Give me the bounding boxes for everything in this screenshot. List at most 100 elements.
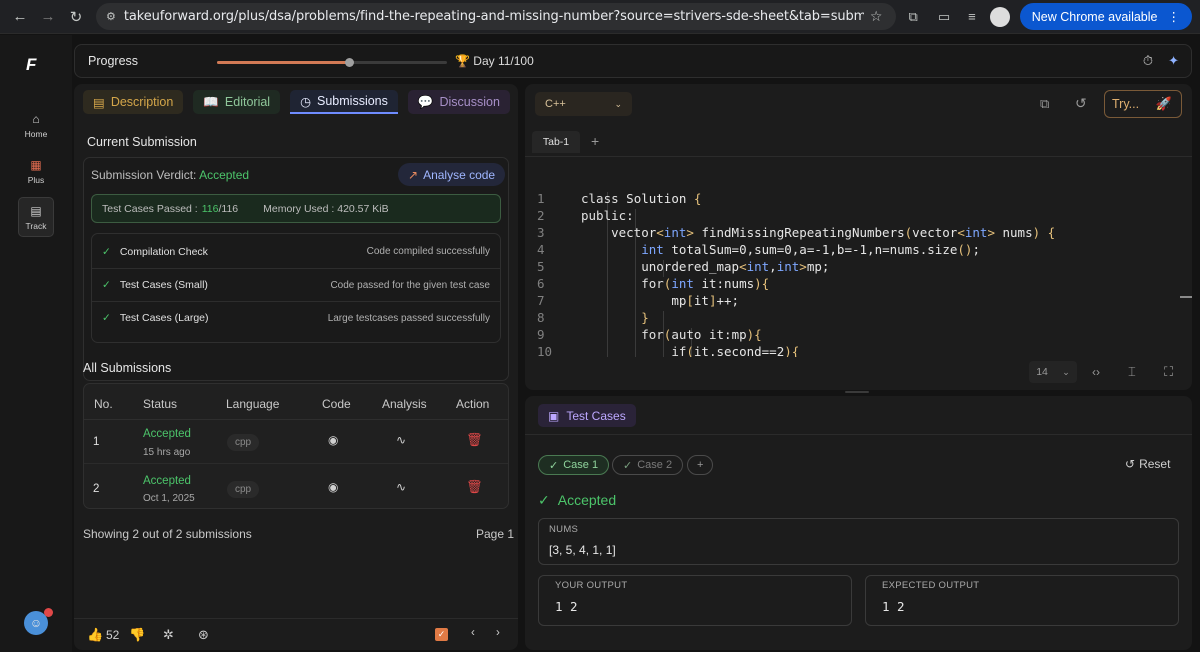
code-line[interactable]: 7 mp[it]++; (531, 293, 739, 310)
panel-resize-handle[interactable] (845, 391, 869, 393)
code-line[interactable]: 10 if(it.second==2){ (531, 344, 799, 357)
new-chrome-button[interactable]: New Chrome available ⋮ (1019, 3, 1192, 30)
code-token: } (641, 310, 649, 325)
view-code-eye-icon[interactable]: ◉ (328, 480, 338, 494)
tab-editorial[interactable]: 📖 Editorial (193, 90, 281, 114)
dislike-thumbs-down-icon[interactable]: 👎 (129, 627, 145, 643)
check-detail: Code compiled successfully (366, 246, 490, 257)
site-info-icon[interactable]: ⚙ (106, 10, 116, 23)
reset-button[interactable]: ↺ Reset (1125, 457, 1170, 471)
code-line[interactable]: 8 } (531, 310, 649, 327)
expected-output-value: 1 2 (882, 599, 905, 614)
line-number: 5 (537, 259, 545, 274)
progress-label: Progress (88, 54, 139, 68)
language-select[interactable]: C++ ⌄ (535, 92, 632, 116)
row-time: 15 hrs ago (143, 447, 191, 458)
code-token: int (964, 225, 988, 240)
font-size-select[interactable]: 14 ⌄ (1029, 361, 1077, 383)
code-editor[interactable]: 1 class Solution {2 public: 3 vector<int> f… (525, 157, 1192, 357)
bug-report-icon[interactable]: ✲ (163, 627, 174, 643)
code-token: ; (821, 259, 830, 274)
code-line[interactable]: 6 for(int it:nums){ (531, 276, 769, 293)
add-tab-plus-icon[interactable]: + (591, 133, 599, 149)
url-text[interactable]: takeuforward.org/plus/dsa/problems/find-… (124, 9, 864, 24)
progress-knob[interactable] (345, 58, 354, 67)
editor-tab-1[interactable]: Tab-1 (532, 131, 580, 153)
testcases-header-tab[interactable]: ▣ Test Cases (538, 404, 636, 427)
delete-trash-icon[interactable]: 🗑 (466, 479, 483, 495)
case-2-button[interactable]: ✓ Case 2 (612, 455, 684, 475)
bookmark-star-icon[interactable]: ☆ (870, 8, 883, 25)
code-line[interactable]: 3 vector<int> findMissingRepeatingNumber… (531, 225, 1055, 242)
sidebar-item-track[interactable]: ▤ Track (18, 197, 54, 237)
new-chrome-label: New Chrome available (1031, 9, 1158, 24)
prev-chevron-icon[interactable]: ‹ (471, 627, 475, 639)
code-token: int (671, 276, 694, 291)
code-brackets-icon[interactable]: ‹› (1092, 365, 1100, 379)
all-submissions-title: All Submissions (83, 361, 172, 375)
code-token: { (791, 344, 800, 357)
extensions-icon[interactable]: ⧉ (909, 9, 918, 25)
cast-icon[interactable]: ▭ (938, 9, 950, 25)
code-text: } (581, 310, 649, 327)
try-run-button[interactable]: Try... 🚀 (1104, 90, 1182, 118)
ai-sparkle-icon[interactable]: ✦ (1168, 53, 1179, 69)
code-token: Solution (626, 191, 687, 206)
analysis-pulse-icon[interactable]: ∿ (396, 433, 406, 447)
timer-icon[interactable]: ⏱ (1143, 53, 1153, 69)
forward-icon[interactable]: → (34, 3, 62, 31)
sidebar-item-home[interactable]: ⌂ Home (18, 105, 54, 145)
tab-description[interactable]: ▤ Description (83, 90, 184, 114)
code-text: for(int it:nums){ (581, 276, 769, 293)
code-line[interactable]: 5 unordered_map<int,int>mp; (531, 259, 829, 276)
testcase-list-icon: ▣ (548, 408, 560, 423)
more-vert-icon: ⋮ (1167, 10, 1181, 24)
testcases-divider (525, 434, 1192, 435)
nums-input-box[interactable] (538, 518, 1179, 565)
reset-code-icon[interactable]: ↺ (1075, 95, 1087, 112)
tab-discussion[interactable]: 💬 Discussion (407, 90, 510, 114)
address-bar[interactable]: ⚙ takeuforward.org/plus/dsa/problems/fin… (96, 3, 896, 30)
code-line[interactable]: 4 int totalSum=0,sum=0,a=-1,b=-1,n=nums.… (531, 242, 980, 259)
day-label: Day 11/100 (473, 54, 534, 68)
format-paint-icon[interactable]: ⌶ (1128, 364, 1136, 380)
profile-avatar[interactable] (989, 6, 1010, 27)
reload-icon[interactable]: ↻ (62, 3, 90, 31)
tab-label: Tab-1 (542, 136, 570, 148)
code-token: < (957, 225, 965, 240)
row-language: cpp (227, 481, 260, 498)
fullscreen-icon[interactable]: ⛶ (1164, 364, 1173, 380)
browser-toolbar: ← → ↻ ⚙ takeuforward.org/plus/dsa/proble… (0, 0, 1200, 34)
next-chevron-icon[interactable]: › (496, 627, 500, 639)
media-icon[interactable]: ≡ (968, 9, 976, 24)
analysis-pulse-icon[interactable]: ∿ (396, 480, 406, 494)
line-number: 7 (537, 293, 545, 308)
code-token: =0, (731, 242, 755, 257)
tab-submissions[interactable]: ◷ Submissions (290, 90, 398, 114)
code-text: public: (581, 208, 634, 225)
code-line[interactable]: 9 for(auto it:mp){ (531, 327, 762, 344)
rocket-icon: 🚀 (1155, 96, 1172, 111)
site-logo[interactable]: F (26, 55, 36, 75)
copy-icon[interactable]: ⧉ (1040, 96, 1049, 112)
code-token: : (716, 276, 725, 291)
chatgpt-icon[interactable]: ⊛ (198, 627, 209, 643)
analyse-code-button[interactable]: ↗ Analyse code (398, 163, 506, 186)
code-token: =-1, (844, 242, 875, 257)
delete-trash-icon[interactable]: 🗑 (466, 432, 483, 448)
like-thumbs-up-icon[interactable]: 👍 (87, 627, 103, 643)
sidebar-item-plus[interactable]: ▦ Plus (18, 151, 54, 191)
code-token: : (724, 327, 732, 342)
code-line[interactable]: 2 public: (531, 208, 634, 225)
day-counter: 🏆 Day 11/100 (455, 54, 534, 68)
scroll-marker (1180, 296, 1192, 298)
back-icon[interactable]: ← (6, 3, 34, 31)
case-1-button[interactable]: ✓ Case 1 (538, 455, 610, 475)
view-code-eye-icon[interactable]: ◉ (328, 433, 338, 447)
add-case-button[interactable]: + (687, 455, 714, 475)
complete-checkbox[interactable]: ✓ (435, 628, 448, 641)
col-action: Action (456, 397, 490, 411)
code-line[interactable]: 1 class Solution { (531, 191, 701, 208)
